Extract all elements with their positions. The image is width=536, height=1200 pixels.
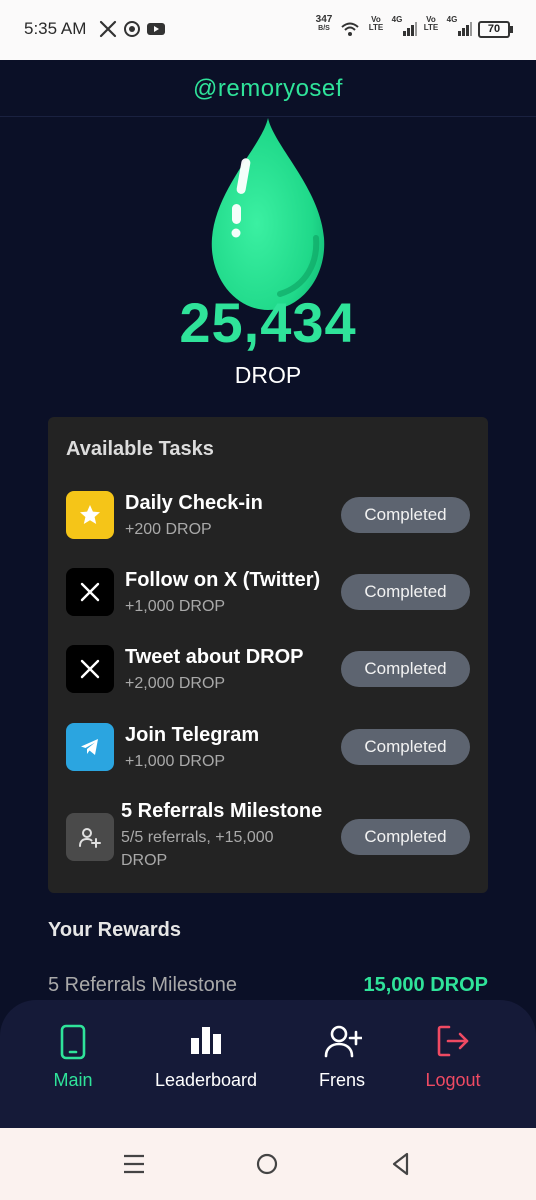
task-title: Join Telegram <box>125 724 260 746</box>
nav-logout[interactable]: Logout <box>412 1000 494 1110</box>
username: @remoryosef <box>193 75 343 102</box>
nav-label: Main <box>53 1070 93 1090</box>
back-icon[interactable] <box>391 1152 411 1176</box>
nav-leaderboard[interactable]: Leaderboard <box>146 1000 266 1110</box>
rewards-title: Your Rewards <box>48 919 181 941</box>
x-notification-icon <box>99 20 117 38</box>
signal-2-icon <box>458 22 472 36</box>
task-completed-button[interactable]: Completed <box>341 497 470 533</box>
recent-apps-icon[interactable] <box>123 1154 145 1174</box>
volte-2-label: Vo LTE <box>423 15 439 32</box>
phone-icon <box>60 1024 86 1060</box>
nav-label: Logout <box>425 1070 481 1090</box>
task-tweet-about-drop: Tweet about DROP +2,000 DROP Completed <box>48 645 488 693</box>
user-plus-icon <box>66 813 114 861</box>
star-icon <box>66 491 114 539</box>
task-daily-checkin: Daily Check-in +200 DROP Completed <box>48 491 488 539</box>
status-time: 5:35 AM <box>24 19 87 38</box>
user-plus-icon <box>324 1025 362 1058</box>
header-divider <box>0 116 536 117</box>
reward-amount: 15,000 DROP <box>363 974 488 996</box>
volte-1-label: Vo LTE <box>368 15 384 32</box>
drop-logo-icon <box>211 118 325 310</box>
system-navigation-bar <box>0 1128 536 1200</box>
balance-value: 25,434 <box>179 291 357 354</box>
task-reward: +1,000 DROP <box>125 598 226 615</box>
reward-name: 5 Referrals Milestone <box>48 974 237 996</box>
available-tasks-card: Available Tasks Daily Check-in +200 DROP… <box>48 417 488 893</box>
network-speed: 347 B/S <box>315 14 333 33</box>
telegram-icon <box>66 723 114 771</box>
app-screen: @remoryosef 25,434 DROP Available Tasks … <box>0 60 536 1128</box>
youtube-notification-icon <box>147 23 165 35</box>
task-completed-button[interactable]: Completed <box>341 574 470 610</box>
nav-frens[interactable]: Frens <box>302 1000 382 1110</box>
x-logo-icon <box>66 568 114 616</box>
signal-1-icon <box>403 22 417 36</box>
task-completed-button[interactable]: Completed <box>341 819 470 855</box>
task-title: Tweet about DROP <box>125 646 304 668</box>
bottom-nav: Main Leaderboard Frens Logout <box>0 1000 536 1128</box>
home-icon[interactable] <box>256 1153 278 1175</box>
logout-icon <box>437 1025 469 1057</box>
task-follow-x: Follow on X (Twitter) +1,000 DROP Comple… <box>48 568 488 616</box>
bar-chart-icon <box>191 1027 221 1054</box>
task-title: Daily Check-in <box>125 492 263 514</box>
task-reward: +2,000 DROP <box>125 675 226 692</box>
task-join-telegram: Join Telegram +1,000 DROP Completed <box>48 723 488 771</box>
battery-indicator: 70 <box>478 21 510 38</box>
nav-main[interactable]: Main <box>32 1000 114 1110</box>
task-referrals-milestone: 5 Referrals Milestone 5/5 referrals, +15… <box>48 800 488 880</box>
task-title: Follow on X (Twitter) <box>125 569 321 591</box>
nav-label: Leaderboard <box>154 1070 258 1090</box>
task-reward: 5/5 referrals, +15,000 DROP <box>121 829 274 869</box>
task-reward: +200 DROP <box>125 521 212 538</box>
status-bar: 5:35 AM 347 B/S Vo LTE 4G Vo LTE 4G 70 <box>0 0 536 60</box>
task-completed-button[interactable]: Completed <box>341 651 470 687</box>
battery-tip <box>510 26 513 33</box>
task-completed-button[interactable]: Completed <box>341 729 470 765</box>
x-logo-icon <box>66 645 114 693</box>
app-notification-icon <box>124 21 140 37</box>
wifi-icon <box>341 22 359 36</box>
nav-label: Frens <box>318 1070 365 1090</box>
balance-unit: DROP <box>234 362 302 388</box>
task-title: 5 Referrals Milestone <box>121 800 323 822</box>
task-reward: +1,000 DROP <box>125 753 226 770</box>
tasks-title: Available Tasks <box>66 438 214 460</box>
